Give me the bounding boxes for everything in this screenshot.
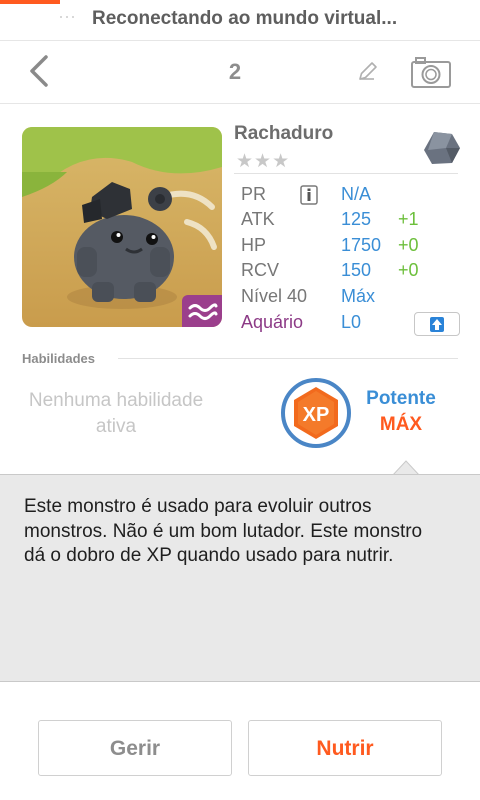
pencil-icon[interactable]: [356, 59, 380, 83]
stat-label-level: Nível 40: [241, 286, 308, 306]
description-panel: Este monstro é usado para evoluir outros…: [0, 474, 480, 682]
divider: [234, 173, 458, 174]
upgrade-button[interactable]: [414, 312, 460, 336]
stat-value-aquarium: L0: [341, 312, 362, 332]
water-wave-icon: [182, 295, 222, 327]
monster-name: Rachaduro: [234, 123, 334, 144]
no-ability-text: Nenhuma habilidade ativa: [10, 388, 222, 440]
arrow-up-icon: [430, 317, 444, 332]
xp-badge-label: XP: [303, 404, 330, 426]
star-rating: ★★★: [236, 151, 291, 172]
stat-bonus-rcv: +0: [398, 260, 419, 280]
stat-value-pr: N/A: [341, 184, 372, 204]
stat-label-atk: ATK: [241, 209, 275, 229]
description-text: Este monstro é usado para evoluir outros…: [24, 496, 423, 566]
stat-value-level: Máx: [341, 286, 376, 306]
stat-label-rcv: RCV: [241, 260, 280, 280]
rock-type-icon: [424, 132, 460, 164]
manage-button[interactable]: Gerir: [38, 720, 232, 776]
info-icon[interactable]: [300, 185, 318, 205]
page-number: 2: [228, 59, 242, 84]
stat-label-aquarium: Aquário: [241, 312, 304, 332]
stat-value-rcv: 150: [341, 260, 372, 280]
stat-bonus-hp: +0: [398, 235, 419, 255]
abilities-title: Habilidades: [22, 351, 95, 366]
stat-value-atk: 125: [341, 209, 372, 229]
feed-button[interactable]: Nutrir: [248, 720, 442, 776]
loading-dots-icon: [60, 16, 74, 18]
potency-label: Potente: [366, 388, 436, 409]
potency-value: MÁX: [379, 414, 423, 435]
divider: [118, 358, 458, 359]
no-ability-line-1: Nenhuma habilidade: [28, 390, 204, 411]
status-title: Reconectando ao mundo virtual...: [92, 8, 398, 29]
xp-badge-icon: XP: [281, 378, 351, 448]
stat-label-hp: HP: [241, 235, 267, 255]
camera-icon[interactable]: [410, 55, 452, 89]
chevron-left-icon[interactable]: [26, 53, 54, 89]
status-bar: Reconectando ao mundo virtual...: [0, 0, 480, 41]
stat-value-hp: 1750: [341, 235, 382, 255]
stat-bonus-atk: +1: [398, 209, 419, 229]
status-accent: [0, 0, 60, 4]
stat-label-pr: PR: [241, 184, 267, 204]
no-ability-line-2: ativa: [95, 416, 137, 437]
nav-bar: 2: [0, 41, 480, 104]
